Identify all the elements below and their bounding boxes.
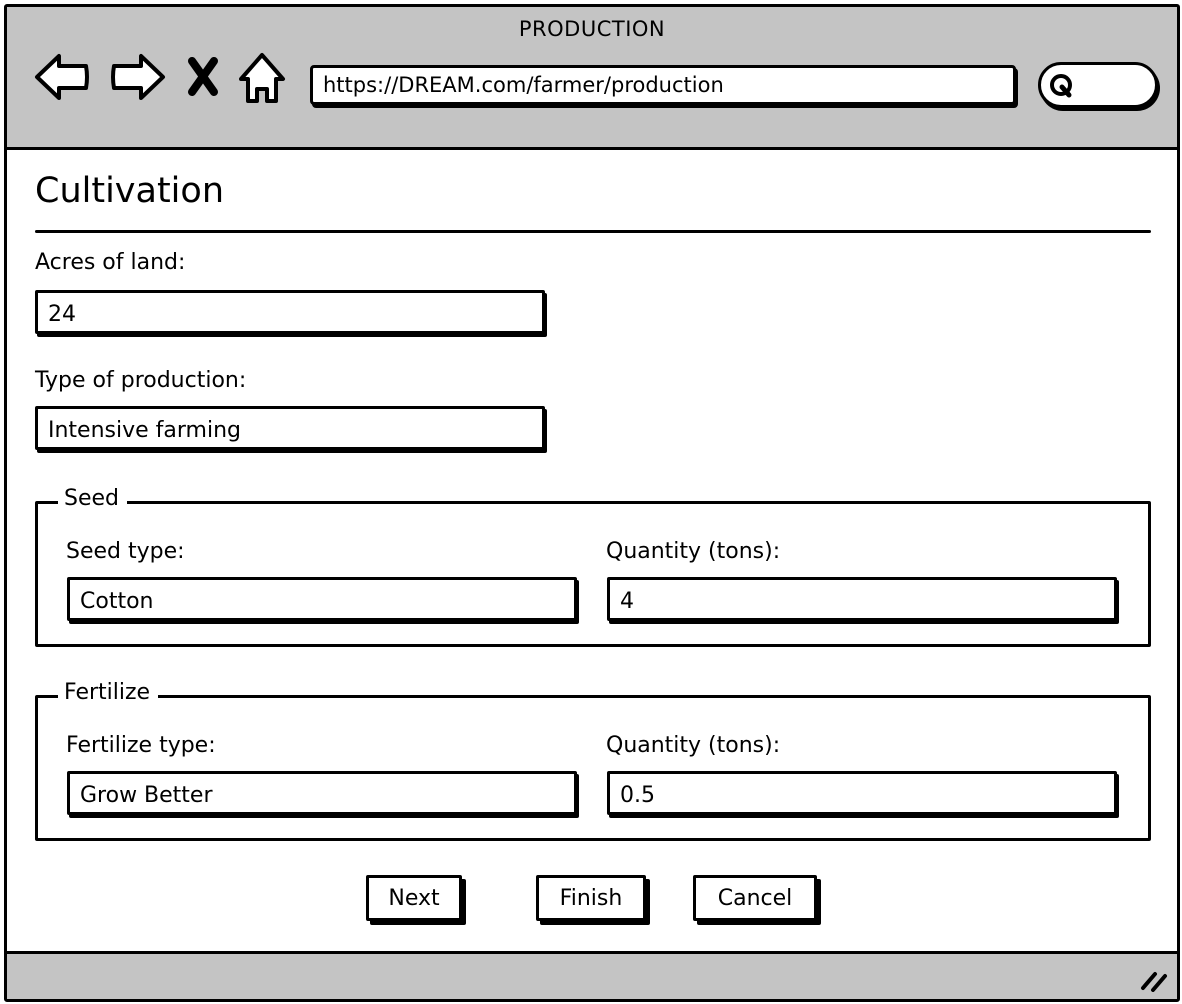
fertilize-group: Fertilize <box>35 678 1151 841</box>
fertilize-quantity-label: Quantity (tons): <box>606 733 781 758</box>
forward-arrow-icon[interactable] <box>107 47 167 107</box>
seed-type-input[interactable]: Cotton <box>67 577 577 621</box>
seed-group-title: Seed <box>58 484 127 514</box>
acres-input[interactable]: 24 <box>35 290 545 334</box>
cancel-button[interactable]: Cancel <box>693 875 817 921</box>
seed-type-label: Seed type: <box>66 539 185 564</box>
finish-button[interactable]: Finish <box>536 875 646 921</box>
acres-label: Acres of land: <box>35 250 186 275</box>
next-button[interactable]: Next <box>366 875 462 921</box>
search-field[interactable] <box>1038 62 1158 108</box>
search-icon <box>1050 74 1072 98</box>
close-icon[interactable] <box>185 47 221 107</box>
title-divider <box>35 230 1151 233</box>
home-icon[interactable] <box>237 47 287 107</box>
seed-quantity-label: Quantity (tons): <box>606 539 781 564</box>
status-bar <box>7 951 1177 999</box>
fertilize-type-input[interactable]: Grow Better <box>67 771 577 815</box>
resize-grip-icon[interactable] <box>1139 968 1169 992</box>
fertilize-quantity-input[interactable]: 0.5 <box>607 771 1117 815</box>
fertilize-type-label: Fertilize type: <box>66 733 216 758</box>
browser-window: PRODUCTION https://DREAM.com/farmer/prod… <box>4 4 1180 1002</box>
address-bar[interactable]: https://DREAM.com/farmer/production <box>310 65 1016 105</box>
browser-toolbar: PRODUCTION https://DREAM.com/farmer/prod… <box>7 7 1177 150</box>
window-title: PRODUCTION <box>518 17 666 41</box>
page-title: Cultivation <box>35 171 224 211</box>
seed-group: Seed <box>35 484 1151 647</box>
production-type-input[interactable]: Intensive farming <box>35 406 545 450</box>
fertilize-group-title: Fertilize <box>58 678 159 708</box>
back-arrow-icon[interactable] <box>33 47 93 107</box>
production-type-label: Type of production: <box>35 368 247 393</box>
seed-quantity-input[interactable]: 4 <box>607 577 1117 621</box>
